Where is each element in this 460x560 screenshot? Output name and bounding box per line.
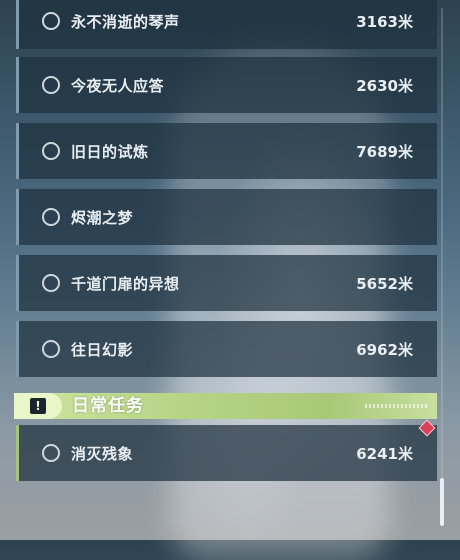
quest-row-1[interactable]: 今夜无人应答 2630米 — [16, 57, 437, 113]
quest-distance: 3163米 — [356, 12, 413, 31]
alert-icon: ! — [30, 398, 46, 414]
quest-name: 烬潮之梦 — [71, 208, 134, 227]
radio-icon[interactable] — [42, 274, 60, 292]
quest-row-3[interactable]: 烬潮之梦 — [16, 189, 437, 245]
scrollbar-track[interactable] — [441, 8, 443, 526]
quest-distance: 6241米 — [356, 444, 413, 463]
quest-row-2[interactable]: 旧日的试炼 7689米 — [16, 123, 437, 179]
radio-icon[interactable] — [42, 444, 60, 462]
quest-distance: 6962米 — [356, 340, 413, 359]
quest-name: 旧日的试炼 — [71, 142, 149, 161]
quest-name: 永不消逝的琴声 — [71, 12, 180, 31]
header-icon-container: ! — [14, 393, 62, 419]
quest-name: 消灭残象 — [71, 444, 134, 463]
radio-icon[interactable] — [42, 12, 60, 30]
radio-icon[interactable] — [42, 340, 60, 358]
daily-quest-row-0[interactable]: 消灭残象 6241米 — [16, 425, 437, 481]
quest-name: 千道门扉的异想 — [71, 274, 180, 293]
quest-distance: 7689米 — [356, 142, 413, 161]
header-decoration — [365, 404, 429, 408]
radio-icon[interactable] — [42, 142, 60, 160]
daily-quests-header[interactable]: ! 日常任务 — [14, 393, 437, 419]
scrollbar-thumb[interactable] — [440, 478, 444, 526]
quest-name: 往日幻影 — [71, 340, 134, 359]
radio-icon[interactable] — [42, 76, 60, 94]
quest-distance: 2630米 — [356, 76, 413, 95]
section-title: 日常任务 — [72, 396, 144, 416]
quest-row-0[interactable]: 永不消逝的琴声 3163米 — [16, 0, 437, 49]
quest-name: 今夜无人应答 — [71, 76, 165, 95]
quest-row-5[interactable]: 往日幻影 6962米 — [16, 321, 437, 377]
quest-distance: 5652米 — [356, 274, 413, 293]
quest-row-4[interactable]: 千道门扉的异想 5652米 — [16, 255, 437, 311]
radio-icon[interactable] — [42, 208, 60, 226]
